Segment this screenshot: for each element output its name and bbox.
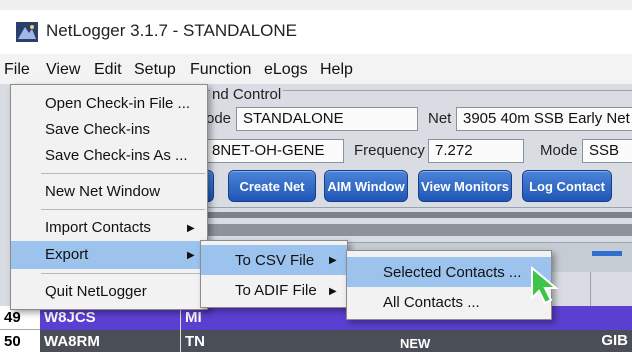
net-label: Net: [428, 110, 452, 127]
create-net-button[interactable]: Create Net: [228, 170, 316, 202]
submenu-arrow-icon: ▶: [329, 286, 337, 297]
row-callsign: WA8RM: [40, 330, 180, 352]
submenu-arrow-icon: ▶: [329, 255, 337, 266]
net-control-title: nd Control: [210, 86, 284, 103]
menu-save-checkins-as[interactable]: Save Check-ins As ...: [11, 143, 207, 169]
menu-import-contacts[interactable]: Import Contacts: [11, 215, 207, 241]
logger-field[interactable]: 8NET-OH-GENE: [206, 139, 344, 163]
view-monitors-button[interactable]: View Monitors: [418, 170, 512, 202]
menu-to-adif[interactable]: To ADIF File: [201, 277, 347, 305]
separator-strip: [200, 212, 632, 218]
menu-file[interactable]: File: [4, 61, 30, 79]
window-title: NetLogger 3.1.7 - STANDALONE: [46, 21, 298, 40]
menu-setup[interactable]: Setup: [134, 61, 176, 79]
row-number: 50: [0, 330, 40, 352]
status-strip: [200, 224, 632, 236]
net-name-field[interactable]: 3905 40m SSB Early Net: [456, 107, 632, 131]
menu-to-csv[interactable]: To CSV File: [201, 245, 347, 275]
band-mode-field[interactable]: SSB: [582, 139, 632, 163]
mode-label: ode: [206, 110, 232, 127]
menu-open-checkin[interactable]: Open Check-in File ...: [11, 91, 207, 117]
app-icon: [16, 22, 38, 42]
menu-elogs[interactable]: eLogs: [264, 61, 308, 79]
menu-all-contacts[interactable]: All Contacts ...: [347, 289, 551, 317]
mode-field[interactable]: STANDALONE: [236, 107, 418, 131]
row-note: NEW: [400, 336, 431, 351]
menu-separator: [41, 209, 205, 210]
menu-selected-contacts[interactable]: Selected Contacts ...: [347, 257, 551, 287]
export-submenu: To CSV File ▶ To ADIF File ▶: [200, 240, 348, 308]
submenu-arrow-icon: ▶: [187, 250, 195, 261]
row-state: TN: [180, 330, 224, 352]
frequency-label: Frequency: [354, 142, 425, 159]
csv-submenu: Selected Contacts ... All Contacts ...: [346, 250, 552, 320]
menu-separator: [41, 273, 205, 274]
menu-help[interactable]: Help: [320, 61, 353, 79]
menu-view[interactable]: View: [46, 61, 80, 79]
aim-window-button[interactable]: AIM Window: [324, 170, 408, 202]
menu-new-net-window[interactable]: New Net Window: [11, 179, 207, 205]
menu-quit[interactable]: Quit NetLogger: [11, 279, 207, 305]
menu-separator: [41, 173, 205, 174]
menu-function[interactable]: Function: [190, 61, 251, 79]
app-window: NetLogger 3.1.7 - STANDALONE File View E…: [0, 0, 632, 352]
file-menu: Open Check-in File ... Save Check-ins Sa…: [10, 84, 208, 310]
band-mode-label: Mode: [540, 142, 578, 159]
menu-save-checkins[interactable]: Save Check-ins: [11, 117, 207, 143]
row-fill: NEW GIB: [224, 330, 632, 352]
menu-bar: File View Edit Setup Function eLogs Help: [0, 54, 632, 84]
mouse-cursor-icon: [531, 266, 559, 305]
frequency-field[interactable]: 7.272: [428, 139, 524, 163]
table-row[interactable]: 50 WA8RM TN NEW GIB: [0, 330, 632, 352]
log-contact-button[interactable]: Log Contact: [522, 170, 612, 202]
splitter-handle[interactable]: [592, 251, 622, 256]
menu-export[interactable]: Export: [11, 241, 207, 269]
submenu-arrow-icon: ▶: [187, 223, 195, 234]
menu-edit[interactable]: Edit: [94, 61, 122, 79]
row-tag: GIB: [601, 332, 628, 349]
